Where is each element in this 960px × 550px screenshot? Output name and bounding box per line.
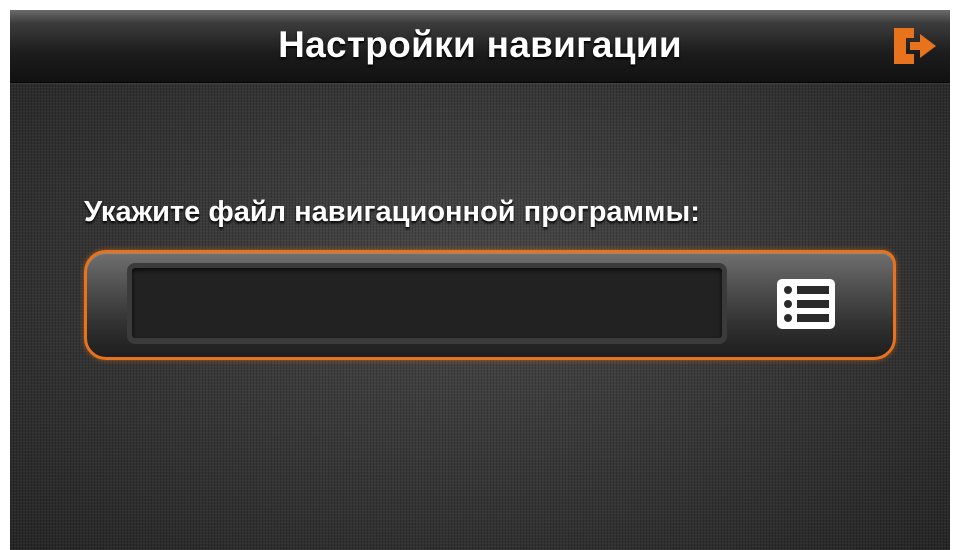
exit-button[interactable] — [890, 24, 938, 68]
page-title: Настройки навигации — [278, 24, 682, 65]
browse-files-button[interactable] — [775, 277, 837, 331]
file-list-icon — [777, 279, 835, 329]
title-bar: Настройки навигации — [10, 10, 950, 83]
navigation-file-path-input[interactable] — [127, 263, 727, 343]
navigation-settings-screen: Настройки навигации Укажите файл навигац… — [10, 10, 950, 550]
file-prompt-label: Укажите файл навигационной программы: — [84, 196, 700, 228]
file-selector-panel — [84, 250, 896, 360]
exit-icon — [894, 28, 936, 64]
